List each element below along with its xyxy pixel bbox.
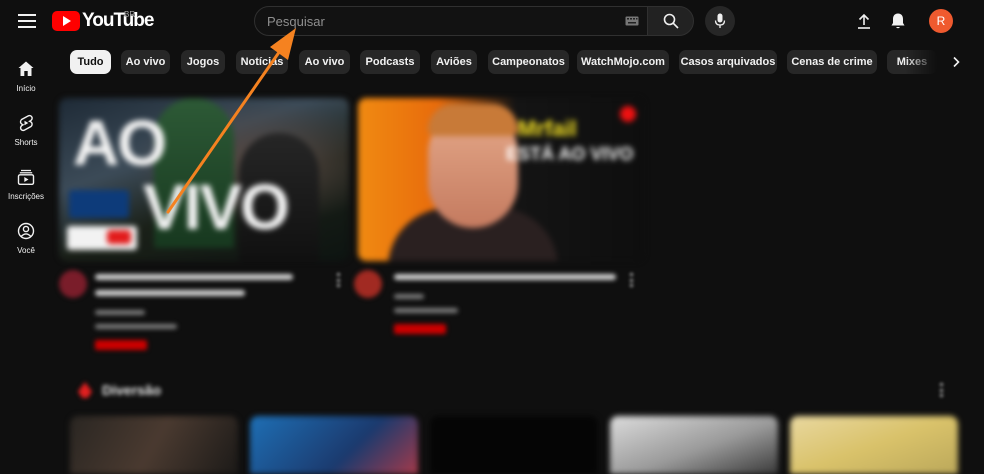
channel-name	[394, 294, 424, 299]
chip-noticias[interactable]: Notícias	[236, 50, 288, 74]
sidebar-item-label: Inscrições	[7, 192, 44, 201]
shelf-header: Diversão	[78, 380, 161, 400]
video-title-line	[95, 274, 293, 280]
menu-icon[interactable]	[14, 8, 40, 34]
team-badge	[69, 190, 129, 218]
thumbnail-text: ESTÁ AO VIVO	[506, 144, 634, 164]
bell-icon	[891, 13, 905, 29]
chip-jogos[interactable]: Jogos	[181, 50, 225, 74]
sidebar-item-label: Shorts	[14, 138, 38, 147]
viewer-count	[95, 324, 177, 329]
channel-name	[95, 310, 145, 315]
video-title-line	[95, 290, 245, 296]
more-options-icon[interactable]	[940, 383, 944, 397]
chip-cenas-de-crime[interactable]: Cenas de crime	[787, 50, 877, 74]
channel-avatar[interactable]	[354, 270, 382, 298]
logo-text: YouTube	[82, 10, 154, 31]
chips-scroll-right-button[interactable]	[944, 50, 968, 74]
sidebar-item-you[interactable]: Você	[0, 216, 52, 266]
more-options-icon[interactable]	[337, 273, 341, 287]
live-logo	[107, 230, 131, 244]
live-badge	[394, 324, 446, 334]
avatar[interactable]: R	[929, 9, 953, 33]
upload-icon	[858, 13, 870, 29]
chip-tudo[interactable]: Tudo	[70, 50, 111, 74]
youtube-play-icon	[52, 11, 80, 31]
top-bar: YouTube BR R	[0, 0, 984, 44]
chip-ao-vivo[interactable]: Ao vivo	[121, 50, 170, 74]
youtube-logo[interactable]: YouTube	[52, 9, 154, 33]
sidebar-item-subscriptions[interactable]: Inscrições	[0, 162, 52, 212]
search-icon	[663, 13, 679, 29]
shelf-video-thumbnail[interactable]	[430, 416, 598, 474]
chips-fade	[905, 48, 945, 76]
chip-podcasts[interactable]: Podcasts	[360, 50, 420, 74]
search-button[interactable]	[647, 6, 694, 36]
voice-search-button[interactable]	[705, 6, 735, 36]
thumbnail-text: AO	[73, 107, 167, 179]
video-thumbnail-2[interactable]: Mrfail ESTÁ AO VIVO	[358, 98, 644, 261]
filter-chips-bar: Tudo Ao vivo Jogos Notícias Ao vivo Podc…	[70, 50, 950, 74]
chip-watchmojo[interactable]: WatchMojo.com	[577, 50, 669, 74]
chip-campeonatos[interactable]: Campeonatos	[488, 50, 569, 74]
sidebar-item-label: Início	[16, 84, 36, 93]
chip-ao-vivo-2[interactable]: Ao vivo	[299, 50, 350, 74]
shelf-video-thumbnail[interactable]	[70, 416, 238, 474]
channel-avatar[interactable]	[59, 270, 87, 298]
chip-casos-arquivados[interactable]: Casos arquivados	[679, 50, 777, 74]
home-icon	[18, 61, 34, 76]
more-options-icon[interactable]	[630, 273, 634, 287]
chip-avioes[interactable]: Aviões	[431, 50, 477, 74]
subscriptions-icon	[17, 169, 35, 186]
shelf-icon	[78, 382, 92, 398]
chevron-right-icon	[953, 56, 960, 68]
you-icon	[17, 222, 35, 240]
video-meta-2[interactable]	[354, 270, 644, 340]
upload-button[interactable]	[852, 9, 876, 33]
video-thumbnail-1[interactable]: AO VIVO	[59, 98, 349, 261]
thumbnail-figure	[428, 104, 518, 136]
video-title-line	[394, 274, 616, 280]
thumbnail-text: VIVO	[143, 171, 290, 243]
sidebar-item-home[interactable]: Início	[0, 54, 52, 104]
notifications-button[interactable]	[886, 9, 910, 33]
search-box	[254, 6, 648, 36]
live-dot	[620, 106, 636, 122]
shorts-icon	[19, 114, 33, 132]
keyboard-icon[interactable]	[625, 16, 639, 26]
shelf-video-thumbnail[interactable]	[250, 416, 418, 474]
viewer-count	[394, 308, 458, 313]
shelf-video-thumbnail[interactable]	[790, 416, 958, 474]
thumbnail-text: Mrfail	[518, 116, 577, 141]
video-meta-1[interactable]	[59, 270, 349, 354]
shelf-title: Diversão	[102, 382, 162, 398]
sidebar-item-label: Você	[17, 246, 35, 255]
shelf-video-thumbnail[interactable]	[610, 416, 778, 474]
sidebar-item-shorts[interactable]: Shorts	[0, 108, 52, 158]
search-input[interactable]	[267, 7, 617, 35]
microphone-icon	[714, 13, 726, 28]
live-badge	[95, 340, 147, 350]
country-code: BR	[124, 10, 136, 19]
